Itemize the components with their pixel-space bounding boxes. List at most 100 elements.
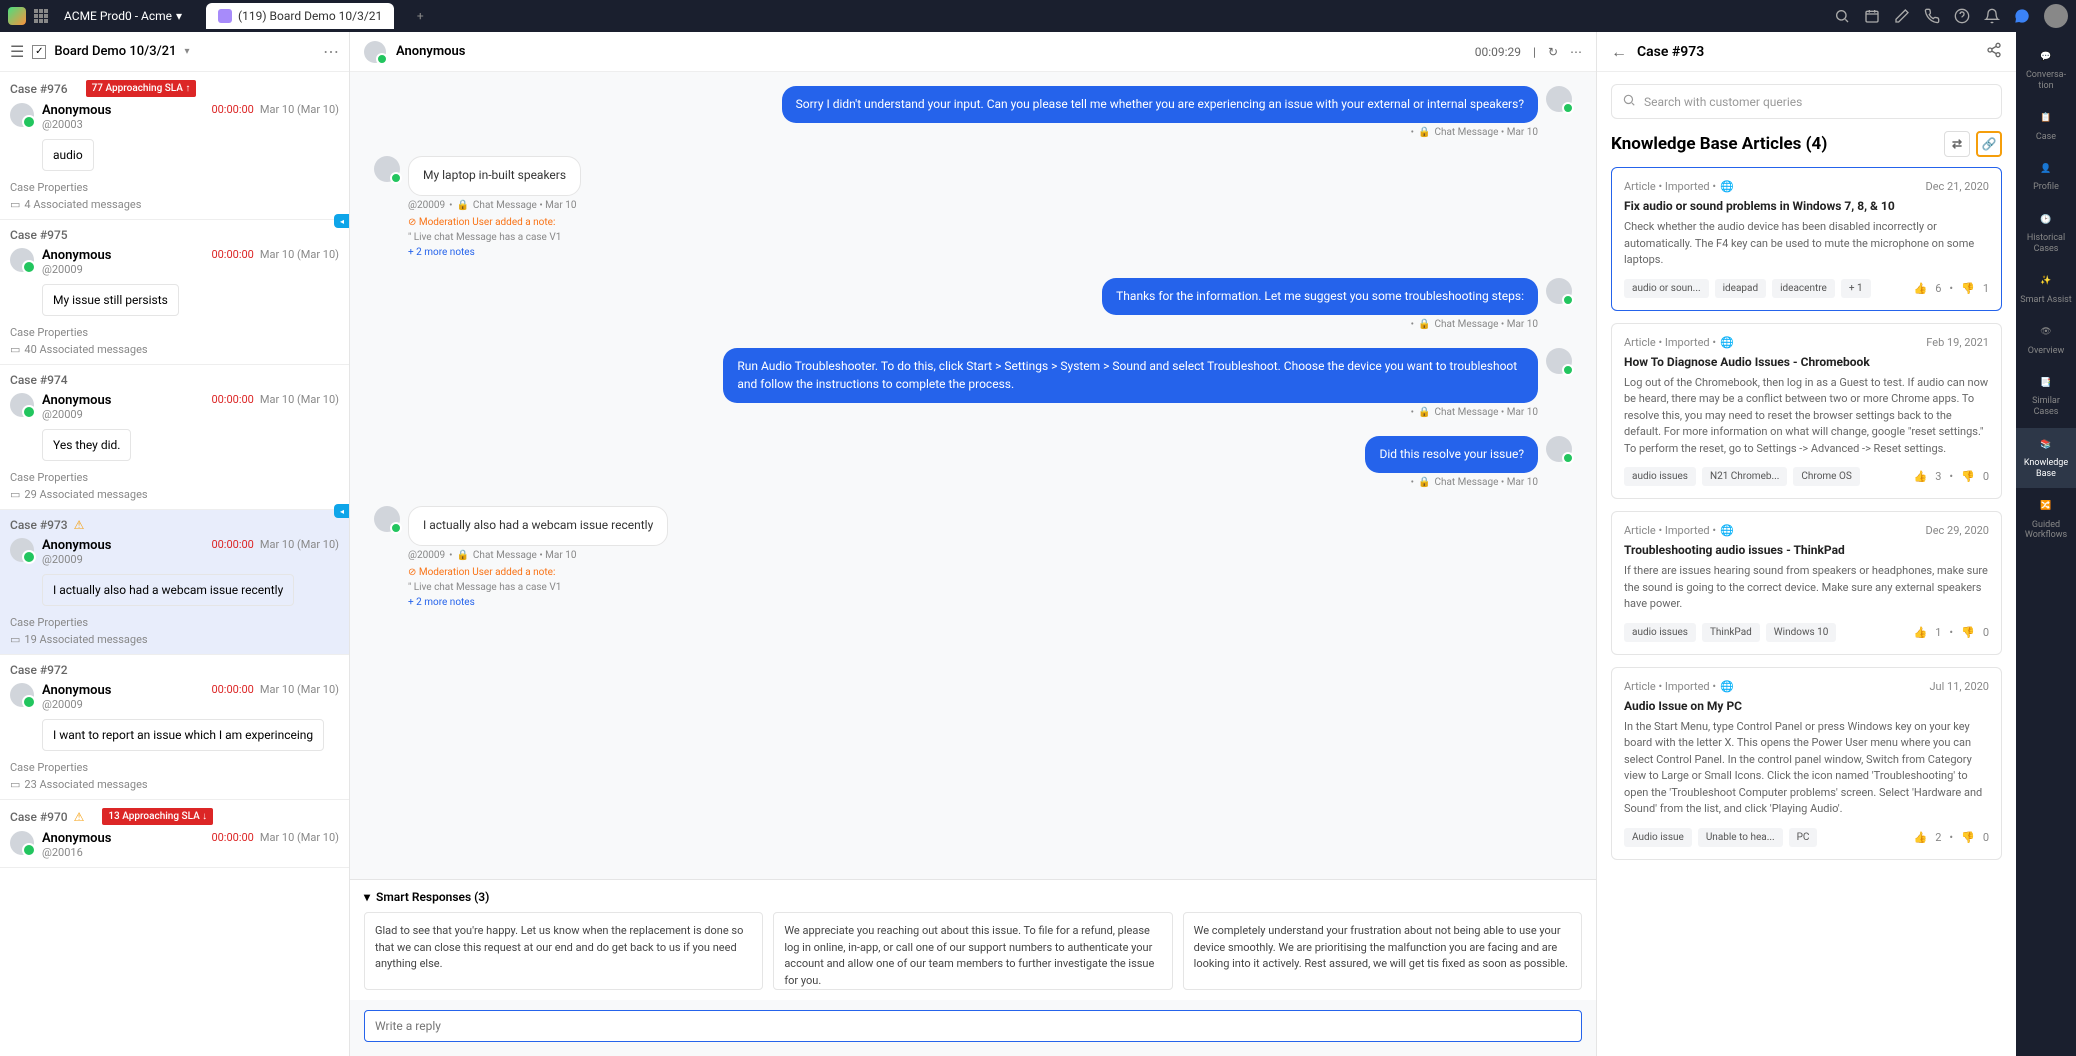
message-group: I actually also had a webcam issue recen…	[374, 506, 1572, 609]
case-list-item[interactable]: ◂Case #973 ⚠Anonymous@2000900:00:00Mar 1…	[0, 510, 349, 655]
search-icon[interactable]	[1834, 8, 1850, 24]
rail-item-overview[interactable]: 👁Overview	[2016, 316, 2076, 365]
thumbs-up-icon[interactable]: 👍	[1914, 831, 1928, 844]
rail-item-profile[interactable]: 👤Profile	[2016, 152, 2076, 201]
help-icon[interactable]	[1954, 8, 1970, 24]
kb-tag[interactable]: Windows 10	[1766, 623, 1837, 642]
kb-article-card[interactable]: Article • Imported • 🌐Dec 29, 2020Troubl…	[1611, 511, 2002, 655]
case-list-item[interactable]: ◂Case #975Anonymous@2000900:00:00Mar 10 …	[0, 220, 349, 365]
thumbs-up-icon[interactable]: 👍	[1914, 282, 1928, 295]
chevron-down-icon[interactable]: ▾	[184, 46, 189, 57]
rail-item-historical-cases[interactable]: 🕑Historical Cases	[2016, 203, 2076, 263]
kb-article-card[interactable]: Article • Imported • 🌐Dec 21, 2020Fix au…	[1611, 167, 2002, 311]
kb-tag[interactable]: Unable to hea...	[1698, 828, 1783, 847]
case-id: Case #970 ⚠13 Approaching SLA ↓	[10, 808, 339, 825]
kb-tag[interactable]: audio issues	[1624, 623, 1696, 642]
kb-tag[interactable]: Chrome OS	[1793, 467, 1859, 486]
smart-responses-toggle[interactable]: ▾ Smart Responses (3)	[364, 890, 1582, 904]
smart-response-card[interactable]: Glad to see that you're happy. Let us kn…	[364, 912, 763, 990]
apps-grid-icon[interactable]	[34, 9, 48, 23]
article-meta: Article • Imported • 🌐	[1624, 680, 1734, 693]
rail-item-knowledge-base[interactable]: 📚Knowledge Base	[2016, 428, 2076, 488]
checkbox-icon[interactable]: ✓	[32, 45, 46, 59]
case-list-item[interactable]: Case #972Anonymous@2000900:00:00Mar 10 (…	[0, 655, 349, 800]
add-tab-button[interactable]: +	[410, 6, 430, 26]
kb-tag[interactable]: + 1	[1841, 279, 1871, 298]
tab-label: (119) Board Demo 10/3/21	[238, 9, 382, 23]
rail-icon: 👁	[2037, 324, 2055, 342]
kb-swap-button[interactable]: ⇄	[1944, 131, 1970, 157]
workspace-selector[interactable]: ACME Prod0 - Acme ▾	[56, 5, 190, 27]
kb-article-card[interactable]: Article • Imported • 🌐Jul 11, 2020Audio …	[1611, 667, 2002, 860]
collapse-tab-icon[interactable]: ◂	[334, 504, 349, 518]
kb-tag[interactable]: PC	[1789, 828, 1818, 847]
message-preview: audio	[42, 139, 94, 171]
bell-icon[interactable]	[1984, 8, 2000, 24]
more-notes-link[interactable]: + 2 more notes	[408, 597, 475, 608]
downvote-count: 1	[1983, 282, 1989, 295]
thumbs-down-icon[interactable]: 👎	[1961, 282, 1975, 295]
share-icon[interactable]	[1986, 42, 2002, 62]
collapse-tab-icon[interactable]: ◂	[334, 214, 349, 228]
associated-messages: ▭ 4 Associated messages	[10, 198, 339, 211]
kb-article-card[interactable]: Article • Imported • 🌐Feb 19, 2021How To…	[1611, 323, 2002, 500]
refresh-icon[interactable]: ↻	[1548, 45, 1558, 59]
message-group: Thanks for the information. Let me sugge…	[374, 278, 1572, 330]
thumbs-up-icon[interactable]: 👍	[1914, 626, 1928, 639]
case-list-item[interactable]: Case #97677 Approaching SLA ↑Anonymous@2…	[0, 72, 349, 220]
article-description: Check whether the audio device has been …	[1624, 219, 1989, 269]
message-group: Did this resolve your issue?• 🔒 Chat Mes…	[374, 436, 1572, 488]
kb-link-button[interactable]: 🔗	[1976, 131, 2002, 157]
more-notes-link[interactable]: + 2 more notes	[408, 247, 475, 258]
case-id: Case #975	[10, 228, 339, 242]
rail-item-smart-assist[interactable]: ✨Smart Assist	[2016, 265, 2076, 314]
kb-tag[interactable]: ThinkPad	[1702, 623, 1760, 642]
kb-tag[interactable]: audio issues	[1624, 467, 1696, 486]
thumbs-down-icon[interactable]: 👎	[1961, 626, 1975, 639]
hamburger-icon[interactable]: ☰	[10, 42, 24, 61]
rail-item-similar-cases[interactable]: 📑Similar Cases	[2016, 366, 2076, 426]
smart-response-card[interactable]: We appreciate you reaching out about thi…	[773, 912, 1172, 990]
phone-icon[interactable]	[1924, 8, 1940, 24]
more-icon[interactable]: ⋯	[323, 42, 339, 61]
case-id: Case #972	[10, 663, 339, 677]
avatar	[10, 683, 34, 707]
case-properties-label: Case Properties	[10, 616, 339, 629]
case-list-item[interactable]: Case #970 ⚠13 Approaching SLA ↓Anonymous…	[0, 800, 349, 868]
kb-tag[interactable]: ideacentre	[1772, 279, 1835, 298]
message-bubble: Run Audio Troubleshooter. To do this, cl…	[723, 348, 1538, 403]
thumbs-up-icon[interactable]: 👍	[1914, 470, 1928, 483]
rail-item-case[interactable]: 📋Case	[2016, 102, 2076, 151]
edit-icon[interactable]	[1894, 8, 1910, 24]
calendar-icon[interactable]	[1864, 8, 1880, 24]
article-date: Feb 19, 2021	[1926, 336, 1989, 349]
thumbs-down-icon[interactable]: 👎	[1961, 831, 1975, 844]
case-note: Live chat Message has a case V1	[414, 232, 562, 243]
lock-icon: 🔒	[456, 200, 468, 211]
message-group: My laptop in-built speakers@20009 • 🔒 Ch…	[374, 156, 1572, 259]
back-arrow-icon[interactable]: ←	[1611, 42, 1627, 62]
contact-name: Anonymous	[42, 683, 203, 698]
kb-search-input[interactable]: Search with customer queries	[1611, 84, 2002, 119]
active-tab[interactable]: (119) Board Demo 10/3/21	[206, 3, 394, 29]
thumbs-down-icon[interactable]: 👎	[1961, 470, 1975, 483]
kb-tag[interactable]: audio or soun...	[1624, 279, 1709, 298]
rail-item-guided-workflows[interactable]: 🔀Guided Workflows	[2016, 490, 2076, 550]
rail-item-conversa-tion[interactable]: 💬Conversa-tion	[2016, 40, 2076, 100]
case-date: Mar 10 (Mar 10)	[260, 248, 339, 261]
contact-handle: @20016	[42, 846, 203, 859]
kb-tag[interactable]: Audio issue	[1624, 828, 1692, 847]
rail-icon: 📑	[2037, 374, 2055, 392]
case-list-item[interactable]: Case #974Anonymous@2000900:00:00Mar 10 (…	[0, 365, 349, 510]
chat-icon[interactable]	[2014, 8, 2030, 24]
app-logo	[8, 7, 26, 25]
kb-tag[interactable]: N21 Chromeb...	[1702, 467, 1787, 486]
kb-tag[interactable]: ideapad	[1715, 279, 1767, 298]
article-title: Audio Issue on My PC	[1624, 699, 1989, 713]
smart-response-card[interactable]: We completely understand your frustratio…	[1183, 912, 1582, 990]
user-avatar[interactable]	[2044, 4, 2068, 28]
rail-icon: 🔀	[2037, 498, 2055, 516]
more-icon[interactable]: ⋯	[1570, 45, 1582, 59]
reply-input[interactable]	[364, 1010, 1582, 1042]
message-bubble: My laptop in-built speakers	[408, 156, 581, 195]
